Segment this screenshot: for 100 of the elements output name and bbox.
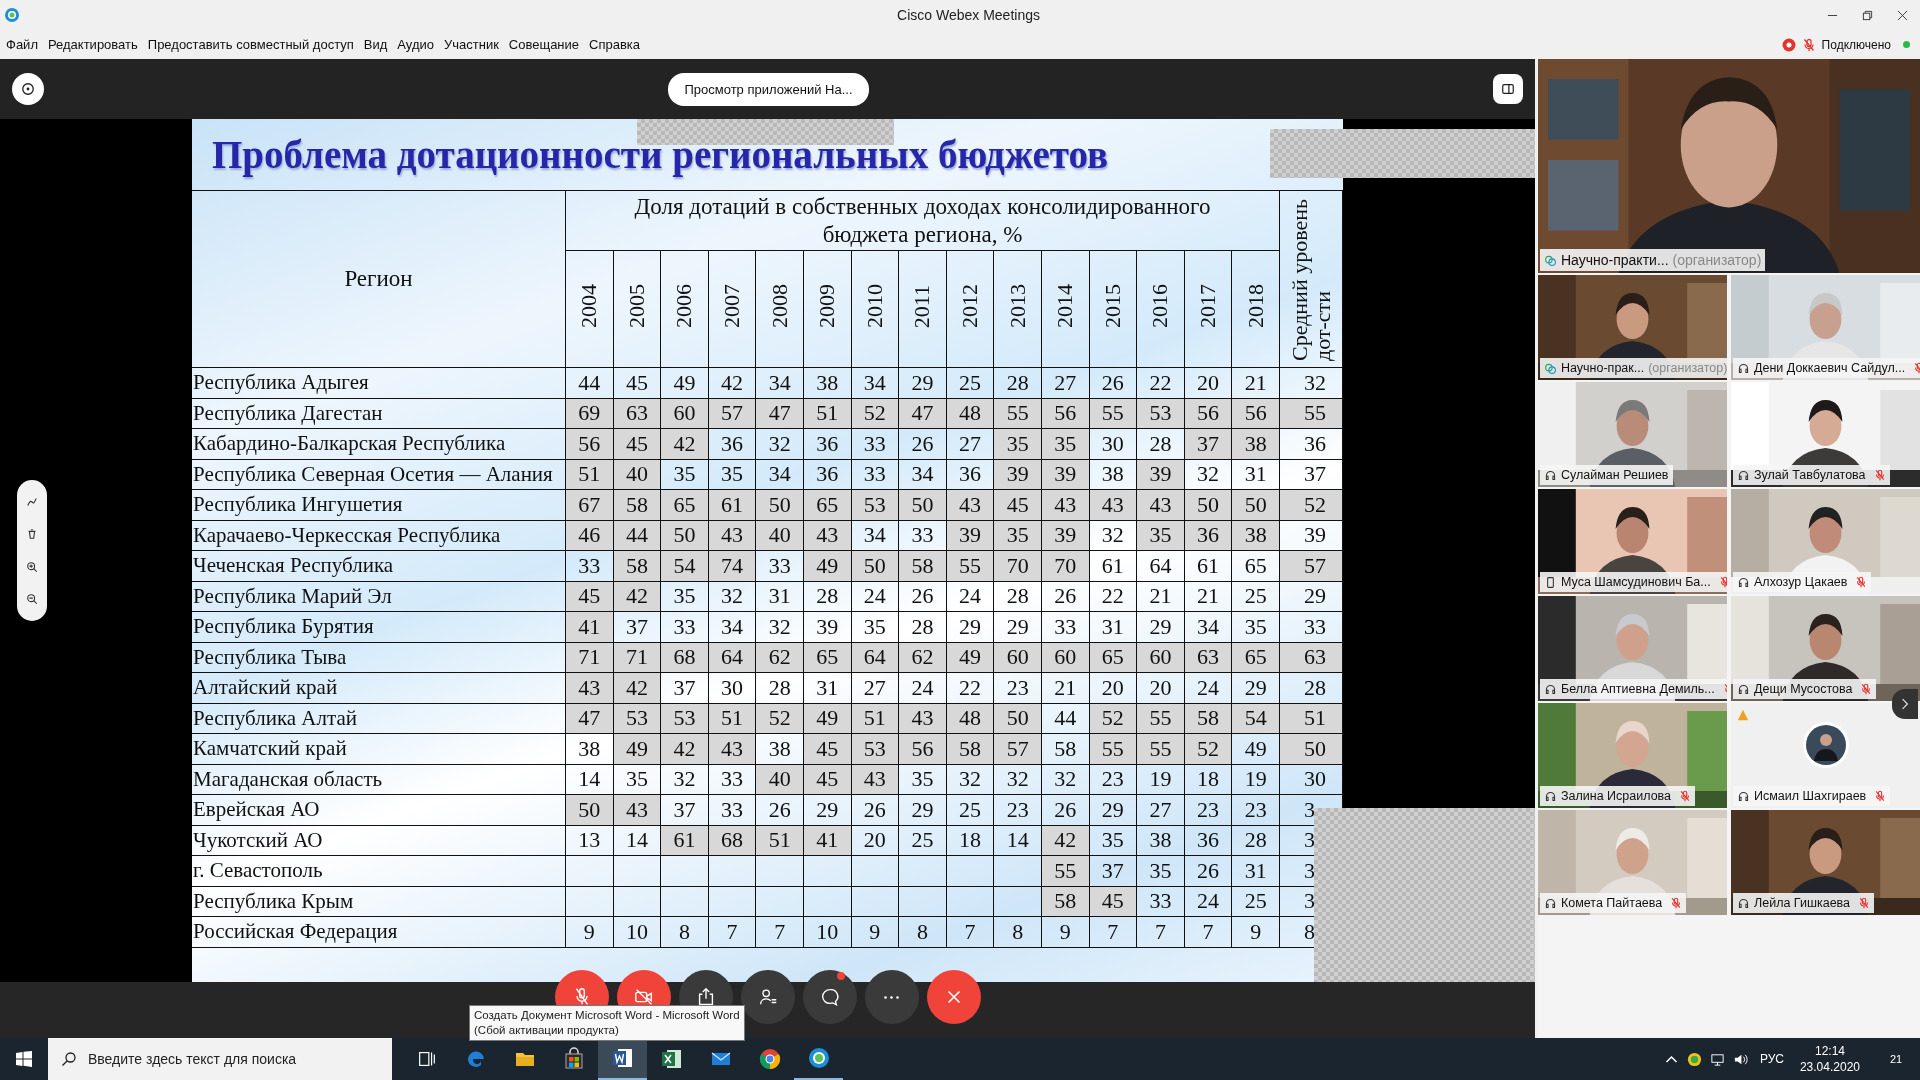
table-cell: 29 [898,794,947,825]
leave-button[interactable] [926,970,981,1024]
participant-name: Зулай Тавбулатова [1754,468,1866,482]
chevron-right-icon [1901,698,1909,710]
menu-item[interactable]: Справка [589,37,641,52]
menu-item[interactable]: Аудио [397,37,434,52]
table-cell: 32 [946,764,994,795]
table-cell: 34 [755,459,804,490]
slide-title: Проблема дотационности региональных бюджетов [212,132,1108,177]
table-cell: 63 [1184,642,1232,673]
table-cell: 39 [1136,459,1185,490]
menu-item[interactable]: Файл [6,37,38,52]
table-cell: 7 [1136,916,1185,947]
table-cell: 28 [803,581,852,612]
table-cell: 27 [851,672,899,703]
table-cell: 7 [755,916,804,947]
table-cell: 34 [898,459,947,490]
spreadsheet-icon [659,1047,684,1071]
table-cell: 34 [755,367,804,398]
tooltip-text: Создать Документ Microsoft Word - Microsoft Word [474,1008,740,1023]
table-cell: 27 [1041,367,1090,398]
table-cell: 29 [993,611,1042,642]
table-cell: 60 [993,642,1042,673]
notifications-button[interactable]: 21 [1876,1038,1916,1080]
table-cell: 34 [708,611,756,642]
record-icon [1781,37,1796,52]
table-cell: 33 [851,428,899,459]
menu-item[interactable]: Вид [363,37,388,52]
table-cell: 38 [1089,459,1137,490]
table-cell: 44 [1041,703,1090,734]
table-cell: 31 [803,672,852,703]
table-cell: 58 [1041,733,1090,764]
table-cell: 64 [1136,550,1185,581]
table-cell: 51 [803,398,852,429]
table-cell: 37 [660,672,709,703]
table-cell: 43 [851,764,899,795]
zoom-out-icon [26,592,38,605]
shared-app-button[interactable]: Просмотр приложений На... [668,72,869,106]
table-cell: Еврейская АО [192,794,566,825]
table-cell: 35 [1231,611,1280,642]
column-header: 2010 [851,250,899,368]
menu-item[interactable]: Участник [444,37,499,52]
restore-icon[interactable] [1862,9,1873,21]
table-cell: 18 [946,825,994,856]
table-cell: 29 [803,794,852,825]
menu-item[interactable]: Предоставить совместный доступ [147,37,354,52]
table-cell: 35 [660,459,709,490]
table-cell: 60 [1041,642,1090,673]
table-cell: 37 [660,794,709,825]
search-field[interactable]: Введите здесь текст для поиска [48,1038,392,1080]
table-cell: 14 [565,764,614,795]
table-cell: 14 [993,825,1042,856]
next-page-button[interactable] [1892,689,1918,719]
table-cell: 30 [1279,764,1343,795]
table-cell: 42 [1041,825,1090,856]
info-button[interactable] [12,73,44,105]
table-cell: 65 [1089,642,1137,673]
table-cell: 26 [1089,367,1137,398]
table-cell: 43 [898,703,947,734]
column-group-header: Доля дотаций в собственных доходах консолидированного бюджета региона, % [565,190,1280,251]
table-cell: 64 [708,642,756,673]
table-cell: 45 [1089,886,1137,917]
network-icon[interactable] [1709,1051,1725,1067]
table-cell: 33 [1136,886,1185,917]
menu-item[interactable]: Совещание [508,37,580,52]
table-cell: 14 [613,825,661,856]
connection-dot-icon [1903,41,1910,48]
table-cell: 36 [803,459,852,490]
table-cell: 56 [1041,398,1090,429]
table-cell: 26 [1184,855,1232,886]
table-cell: 51 [708,703,756,734]
volume-icon[interactable] [1732,1051,1748,1067]
language-indicator[interactable]: РУС [1759,1052,1784,1066]
table-cell: 36 [1184,520,1232,551]
table-cell: Республика Адыгея [192,367,566,398]
table-cell: 25 [1231,581,1280,612]
layout-button[interactable] [1493,74,1523,104]
close-icon[interactable] [1897,9,1908,21]
participant-role: (организатор) [1648,361,1727,375]
table-cell: 34 [1184,611,1232,642]
table-cell: 60 [660,398,709,429]
table-cell: 46 [565,520,614,551]
menu-item[interactable]: Редактировать [47,37,138,52]
webex-logo-icon [4,7,20,23]
table-cell: 49 [946,642,994,673]
table-cell: Республика Северная Осетия — Алания [192,459,566,490]
table-cell: 28 [755,672,804,703]
word-taskbar-button[interactable] [598,1038,647,1080]
table-cell: 38 [803,367,852,398]
table-cell: 35 [851,611,899,642]
tray-app-icon[interactable] [1686,1051,1702,1067]
column-header: 2015 [1089,250,1137,368]
table-cell: 32 [1184,459,1232,490]
table-cell: 19 [1231,764,1280,795]
table-cell: 43 [708,520,756,551]
table-cell: 20 [1136,672,1185,703]
table-cell: 60 [1136,642,1185,673]
table-cell: 47 [755,398,804,429]
webex-logo-icon [806,1046,831,1070]
table-cell: 28 [993,581,1042,612]
